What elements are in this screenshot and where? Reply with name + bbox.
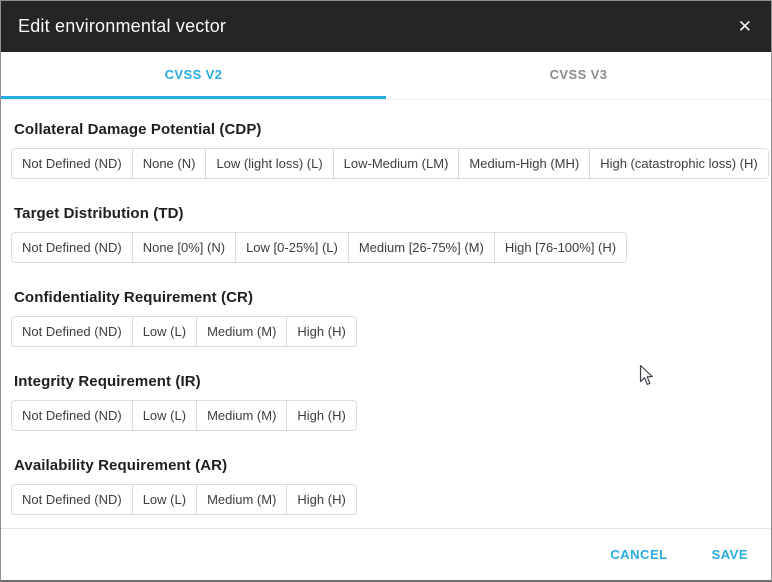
ar-option-group: Not Defined (ND) Low (L) Medium (M) High… <box>11 484 357 515</box>
option-button[interactable]: High (H) <box>286 401 355 430</box>
option-button[interactable]: High (H) <box>286 317 355 346</box>
option-button[interactable]: Low (L) <box>132 485 196 514</box>
td-option-group: Not Defined (ND) None [0%] (N) Low [0-25… <box>11 232 627 263</box>
ir-option-group: Not Defined (ND) Low (L) Medium (M) High… <box>11 400 357 431</box>
tab-cvss-v2[interactable]: CVSS V2 <box>1 52 386 99</box>
option-button[interactable]: Low-Medium (LM) <box>333 149 459 178</box>
option-button[interactable]: Low (light loss) (L) <box>205 149 332 178</box>
option-button[interactable]: Medium [26-75%] (M) <box>348 233 494 262</box>
section-ar: Availability Requirement (AR) Not Define… <box>11 457 761 515</box>
option-button[interactable]: Medium (M) <box>196 485 286 514</box>
option-button[interactable]: Not Defined (ND) <box>12 485 132 514</box>
option-button[interactable]: Not Defined (ND) <box>12 401 132 430</box>
option-button[interactable]: Medium (M) <box>196 317 286 346</box>
option-button[interactable]: Low (L) <box>132 401 196 430</box>
cdp-option-group: Not Defined (ND) None (N) Low (light los… <box>11 148 769 179</box>
option-button[interactable]: High (H) <box>286 485 355 514</box>
section-td: Target Distribution (TD) Not Defined (ND… <box>11 205 761 263</box>
option-button[interactable]: Not Defined (ND) <box>12 317 132 346</box>
section-cr: Confidentiality Requirement (CR) Not Def… <box>11 289 761 347</box>
option-button[interactable]: Low [0-25%] (L) <box>235 233 348 262</box>
section-title-cdp: Collateral Damage Potential (CDP) <box>14 121 761 138</box>
option-button[interactable]: Not Defined (ND) <box>12 233 132 262</box>
dialog-footer: CANCEL SAVE <box>1 528 771 580</box>
save-button[interactable]: SAVE <box>703 539 757 570</box>
tab-cvss-v3[interactable]: CVSS V3 <box>386 52 771 99</box>
section-title-td: Target Distribution (TD) <box>14 205 761 222</box>
option-button[interactable]: High (catastrophic loss) (H) <box>589 149 768 178</box>
option-button[interactable]: Medium (M) <box>196 401 286 430</box>
edit-environmental-vector-dialog: Edit environmental vector ✕ CVSS V2 CVSS… <box>0 0 772 582</box>
section-title-ar: Availability Requirement (AR) <box>14 457 761 474</box>
dialog-header: Edit environmental vector ✕ <box>1 1 771 52</box>
section-cdp: Collateral Damage Potential (CDP) Not De… <box>11 121 761 179</box>
section-title-cr: Confidentiality Requirement (CR) <box>14 289 761 306</box>
option-button[interactable]: High [76-100%] (H) <box>494 233 626 262</box>
section-title-ir: Integrity Requirement (IR) <box>14 373 761 390</box>
section-ir: Integrity Requirement (IR) Not Defined (… <box>11 373 761 431</box>
option-button[interactable]: Not Defined (ND) <box>12 149 132 178</box>
option-button[interactable]: Medium-High (MH) <box>458 149 589 178</box>
tab-bar: CVSS V2 CVSS V3 <box>1 52 771 100</box>
dialog-title: Edit environmental vector <box>18 16 736 37</box>
close-icon[interactable]: ✕ <box>736 14 754 39</box>
dialog-content: Collateral Damage Potential (CDP) Not De… <box>1 100 771 528</box>
option-button[interactable]: None (N) <box>132 149 206 178</box>
cancel-button[interactable]: CANCEL <box>601 539 676 570</box>
cr-option-group: Not Defined (ND) Low (L) Medium (M) High… <box>11 316 357 347</box>
option-button[interactable]: Low (L) <box>132 317 196 346</box>
option-button[interactable]: None [0%] (N) <box>132 233 235 262</box>
